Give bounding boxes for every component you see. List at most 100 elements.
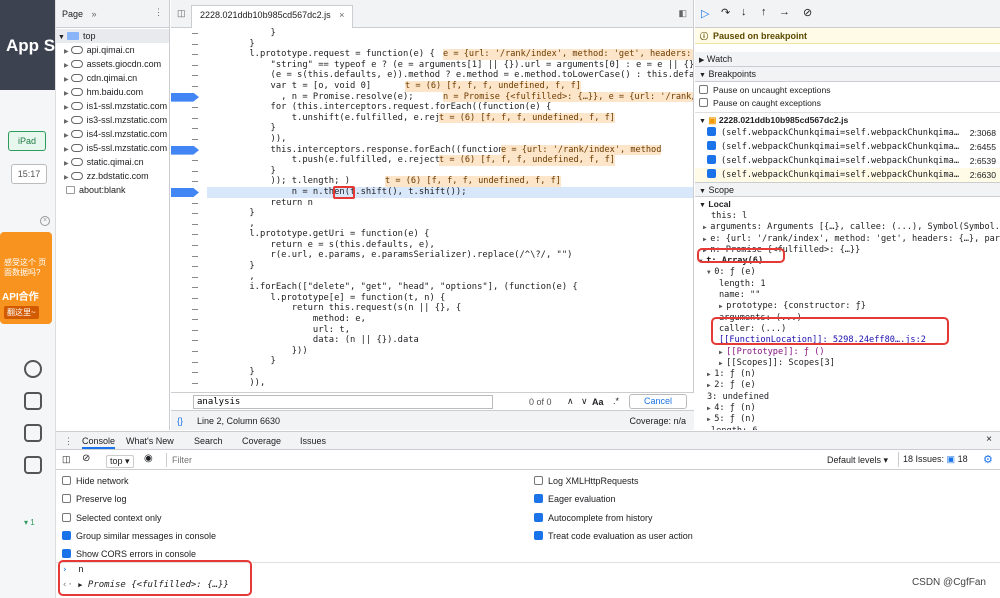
option-checkbox[interactable] — [62, 476, 71, 485]
step-into-icon[interactable]: ↓ — [741, 6, 747, 18]
console-option[interactable]: Selected context only — [62, 512, 162, 523]
code-line[interactable]: url: t, — [207, 325, 693, 336]
braces-icon[interactable]: {} — [177, 416, 183, 426]
scope-row[interactable]: 3: undefined — [695, 392, 1000, 403]
scope-row[interactable]: ▶ [[Prototype]]: ƒ () — [695, 347, 1000, 358]
breakpoint-row[interactable]: (self.webpackChunkqimai=self.webpackChun… — [695, 154, 1000, 168]
search-input[interactable] — [193, 395, 493, 409]
breakpoint-marker[interactable] — [171, 188, 199, 197]
pause-uncaught-option[interactable]: Pause on uncaught exceptions — [695, 84, 1000, 97]
ad-banner[interactable]: 感受这个 页面数据吗? API合作 翻这里~ — [0, 232, 52, 324]
cancel-button[interactable]: Cancel — [629, 394, 687, 409]
scope-row[interactable]: ▶ arguments: Arguments [{…}, callee: (..… — [695, 222, 1000, 233]
expand-icon[interactable]: ▶ — [64, 91, 69, 97]
code-line[interactable]: n = n.then(t.shift(), t.shift()); — [207, 186, 693, 198]
code-line[interactable]: })) — [207, 346, 693, 357]
breakpoint-row[interactable]: (self.webpackChunkqimai=self.webpackChun… — [695, 126, 1000, 140]
code-line[interactable]: i.forEach(["delete", "get", "head", "opt… — [207, 282, 693, 293]
option-checkbox[interactable] — [534, 512, 543, 522]
printer-icon[interactable] — [24, 456, 42, 474]
breakpoint-checkbox[interactable] — [707, 169, 716, 178]
code-line[interactable]: "string" == typeof e ? (e = arguments[1]… — [207, 60, 693, 71]
code-line[interactable]: } — [207, 261, 693, 272]
code-line[interactable]: } — [207, 208, 693, 219]
next-match-icon[interactable]: ∨ — [581, 396, 588, 407]
tab-console[interactable]: Console — [82, 436, 116, 449]
tree-item[interactable]: ▶ is5-ssl.mzstatic.com — [56, 141, 169, 155]
expand-icon[interactable]: ▶ — [64, 105, 69, 111]
clear-console-icon[interactable]: ⊘ — [82, 453, 90, 464]
code-line[interactable]: )), — [207, 378, 693, 386]
console-option[interactable]: Log XMLHttpRequests — [534, 476, 639, 486]
breakpoint-row[interactable]: (self.webpackChunkqimai=self.webpackChun… — [695, 168, 1000, 182]
expand-icon[interactable]: ▶ — [64, 161, 69, 167]
scope-row[interactable]: length: 1 — [695, 279, 1000, 290]
console-option[interactable]: Autocomplete from history — [534, 512, 653, 523]
expand-icon[interactable]: ▶ — [64, 147, 69, 153]
local-scope[interactable]: ▼ Local — [695, 197, 1000, 211]
tree-item[interactable]: ▶ assets.giocdn.com — [56, 57, 169, 71]
toggle-navigator-icon[interactable]: ◫ — [177, 8, 186, 19]
code-line[interactable]: l.prototype[e] = function(t, n) { — [207, 293, 693, 304]
breakpoint-row[interactable]: (self.webpackChunkqimai=self.webpackChun… — [695, 140, 1000, 154]
console-option[interactable]: Eager evaluation — [534, 494, 616, 504]
scope-row[interactable]: ▶ e: {url: '/rank/index', method: 'get',… — [695, 234, 1000, 245]
expand-icon[interactable]: ▶ — [64, 63, 69, 69]
code-line[interactable]: } — [207, 123, 693, 134]
code-line[interactable]: } — [207, 166, 693, 177]
tree-item[interactable]: ▶ cdn.qimai.cn — [56, 71, 169, 85]
code-line[interactable]: for (this.interceptors.request.forEach((… — [207, 102, 693, 113]
expand-icon[interactable]: ▶ — [64, 49, 69, 55]
option-checkbox[interactable] — [534, 530, 543, 540]
match-case-button[interactable]: Aa — [592, 397, 604, 407]
watch-section[interactable]: ▶ Watch — [695, 52, 1000, 67]
breakpoint-file[interactable]: ▼ ▣ 2228.021ddb10b985cd567dc2.js — [695, 112, 1000, 126]
scope-row[interactable]: ▶ 2: ƒ (e) — [695, 380, 1000, 391]
code-line[interactable]: } — [207, 39, 693, 50]
tab-whats-new[interactable]: What's New — [126, 436, 174, 446]
console-option[interactable]: Hide network — [62, 476, 129, 486]
code-line[interactable]: return e = s(this.defaults, e), — [207, 240, 693, 251]
filter-input[interactable] — [166, 453, 806, 467]
option-checkbox[interactable] — [62, 494, 71, 504]
step-out-icon[interactable]: ↑ — [761, 6, 767, 18]
breakpoints-section[interactable]: ▼ Breakpoints — [695, 67, 1000, 82]
breakpoint-checkbox[interactable] — [707, 127, 716, 136]
console-option[interactable]: Treat code evaluation as user action — [534, 530, 693, 541]
scope-row[interactable]: this: l — [695, 211, 1000, 222]
breakpoint-marker[interactable] — [171, 92, 199, 102]
qrcode-icon[interactable] — [24, 392, 42, 410]
tree-item[interactable]: ▶ zz.bdstatic.com — [56, 169, 169, 183]
close-icon[interactable]: × — [40, 216, 50, 226]
scope-row[interactable]: ▶ prototype: {constructor: ƒ} — [695, 301, 1000, 312]
ad-button[interactable]: 翻这里~ — [4, 306, 39, 319]
scope-row[interactable]: ▼ 0: ƒ (e) — [695, 267, 1000, 278]
resume-icon[interactable]: ▷ — [701, 7, 709, 20]
console-option[interactable]: Preserve log — [62, 494, 127, 504]
tree-item[interactable]: ▶ is3-ssl.mzstatic.com — [56, 113, 169, 127]
console-option[interactable]: Group similar messages in console — [62, 530, 216, 541]
code-line[interactable]: method: e, — [207, 314, 693, 325]
expand-icon[interactable]: ▶ — [64, 133, 69, 139]
step-over-icon[interactable]: ↷ — [721, 6, 730, 19]
deactivate-breakpoints-icon[interactable]: ⊘ — [803, 6, 812, 19]
option-checkbox[interactable] — [62, 530, 71, 540]
pause-uncaught-checkbox[interactable] — [699, 85, 708, 94]
tree-item[interactable]: ▶ static.qimai.cn — [56, 155, 169, 169]
drawer-menu-icon[interactable]: ⋮ — [64, 436, 73, 447]
code-line[interactable]: } — [207, 367, 693, 378]
scope-row[interactable]: name: "" — [695, 290, 1000, 301]
sidebar-toggle-icon[interactable]: ◫ — [62, 454, 71, 465]
levels-dropdown[interactable]: Default levels ▾ — [827, 455, 888, 466]
console-option[interactable]: Show CORS errors in console — [62, 549, 196, 559]
pause-caught-option[interactable]: Pause on caught exceptions — [695, 97, 1000, 110]
tab-coverage[interactable]: Coverage — [242, 436, 281, 446]
breakpoint-checkbox[interactable] — [707, 141, 716, 150]
expand-icon[interactable]: ▶ — [64, 77, 69, 83]
tree-item[interactable]: ▶ api.qimai.cn — [56, 43, 169, 57]
step-icon[interactable]: → — [779, 6, 790, 18]
code-area[interactable]: } } l.prototype.request = function(e) { … — [207, 28, 693, 386]
ipad-button[interactable]: iPad — [8, 131, 46, 151]
code-line[interactable]: data: (n || {}).data — [207, 335, 693, 346]
code-line[interactable]: } — [207, 356, 693, 367]
